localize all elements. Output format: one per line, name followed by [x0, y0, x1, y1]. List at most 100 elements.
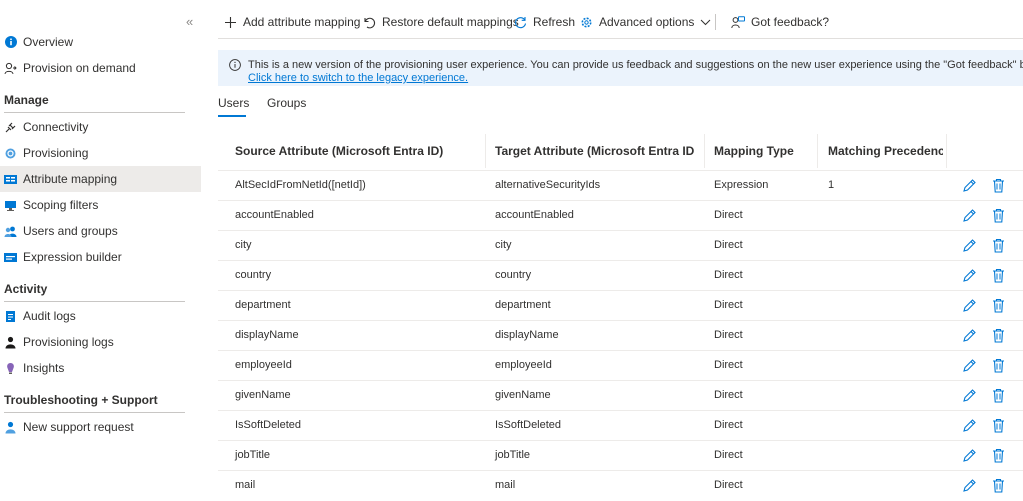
sidebar-item-connectivity[interactable]: Connectivity [0, 114, 201, 140]
delete-icon[interactable] [992, 448, 1007, 463]
tab-groups[interactable]: Groups [267, 96, 306, 110]
column-header-mapping-type[interactable]: Mapping Type [714, 144, 810, 158]
delete-icon[interactable] [992, 328, 1007, 343]
advanced-options-button[interactable]: Advanced options [580, 12, 711, 32]
person-sync-icon [4, 62, 17, 75]
edit-icon[interactable] [962, 238, 977, 253]
info-banner: This is a new version of the provisionin… [218, 50, 1023, 86]
sidebar-item-overview[interactable]: Overview [0, 29, 201, 55]
switch-to-legacy-link[interactable]: Click here to switch to the legacy exper… [248, 72, 468, 84]
refresh-label: Refresh [533, 15, 576, 29]
sidebar-item-insights[interactable]: Insights [0, 355, 201, 381]
delete-icon[interactable] [992, 418, 1007, 433]
plus-icon [225, 16, 236, 28]
sidebar-item-expression-builder[interactable]: Expression builder [0, 244, 201, 270]
mapping-type-cell: Direct [714, 329, 743, 341]
target-attribute-cell: alternativeSecurityIds [495, 179, 601, 191]
sidebar-item-label: Attribute mapping [23, 172, 118, 186]
edit-icon[interactable] [962, 358, 977, 373]
sidebar-item-label: Expression builder [23, 250, 122, 264]
plug-icon [4, 121, 17, 134]
section-troubleshooting: Troubleshooting + Support [4, 392, 185, 413]
section-manage: Manage [4, 92, 185, 113]
tab-users[interactable]: Users [218, 96, 249, 110]
column-header-source[interactable]: Source Attribute (Microsoft Entra ID) [235, 144, 475, 158]
edit-icon[interactable] [962, 268, 977, 283]
target-attribute-cell: department [495, 299, 551, 311]
edit-icon[interactable] [962, 388, 977, 403]
target-attribute-cell: country [495, 269, 532, 281]
sidebar-item-label: Provision on demand [23, 61, 136, 75]
table-row[interactable]: givenName givenName Direct [218, 380, 1023, 411]
add-attribute-mapping-button[interactable]: Add attribute mapping [224, 12, 360, 32]
got-feedback-label: Got feedback? [751, 15, 830, 29]
feedback-icon [731, 15, 745, 28]
source-attribute-cell: accountEnabled [235, 209, 314, 221]
source-attribute-cell: displayName [235, 329, 299, 341]
toolbar-separator [715, 14, 716, 30]
delete-icon[interactable] [992, 298, 1007, 313]
expression-icon [4, 251, 17, 264]
sidebar-item-label: Scoping filters [23, 198, 99, 212]
sidebar-item-attribute-mapping[interactable]: Attribute mapping [0, 166, 201, 192]
sidebar-item-provision-on-demand[interactable]: Provision on demand [0, 55, 201, 81]
matching-precedence-cell: 1 [828, 179, 835, 191]
column-header-target[interactable]: Target Attribute (Microsoft Entra ID (ta… [495, 144, 695, 158]
table-row[interactable]: accountEnabled accountEnabled Direct [218, 200, 1023, 231]
sidebar-item-provisioning[interactable]: Provisioning [0, 140, 201, 166]
gear-icon [581, 17, 592, 27]
sidebar-item-label: Provisioning logs [23, 335, 114, 349]
source-attribute-cell: IsSoftDeleted [235, 419, 302, 431]
source-attribute-cell: city [235, 239, 252, 251]
edit-icon[interactable] [962, 298, 977, 313]
table-row[interactable]: mail mail Direct [218, 470, 1023, 501]
mapping-type-cell: Direct [714, 239, 743, 251]
table-row[interactable]: jobTitle jobTitle Direct [218, 440, 1023, 471]
support-person-icon [4, 421, 17, 434]
sidebar-item-provisioning-logs[interactable]: Provisioning logs [0, 329, 201, 355]
delete-icon[interactable] [992, 208, 1007, 223]
sidebar-item-label: Insights [23, 361, 65, 375]
sidebar-item-new-support-request[interactable]: New support request [0, 414, 201, 440]
edit-icon[interactable] [962, 418, 977, 433]
column-header-matching-precedence[interactable]: Matching Precedence [828, 144, 943, 158]
edit-icon[interactable] [962, 448, 977, 463]
restore-default-mappings-button[interactable]: Restore default mappings [363, 12, 519, 32]
info-outline-icon [229, 59, 241, 71]
restore-default-mappings-label: Restore default mappings [382, 15, 519, 29]
section-activity: Activity [4, 281, 185, 302]
sidebar-item-label: New support request [23, 420, 134, 434]
delete-icon[interactable] [992, 178, 1007, 193]
column-divider [704, 134, 705, 168]
table-row[interactable]: country country Direct [218, 260, 1023, 291]
got-feedback-button[interactable]: Got feedback? [731, 12, 829, 32]
sidebar-item-label: Provisioning [23, 146, 89, 160]
delete-icon[interactable] [992, 268, 1007, 283]
table-row[interactable]: AltSecIdFromNetId([netId]) alternativeSec… [218, 170, 1023, 201]
mapping-type-cell: Direct [714, 419, 743, 431]
target-attribute-cell: displayName [495, 329, 559, 341]
table-row[interactable]: department department Direct [218, 290, 1023, 321]
sidebar-item-users-and-groups[interactable]: Users and groups [0, 218, 201, 244]
refresh-button[interactable]: Refresh [514, 12, 575, 32]
edit-icon[interactable] [962, 208, 977, 223]
table-row[interactable]: employeeId employeeId Direct [218, 350, 1023, 381]
edit-icon[interactable] [962, 178, 977, 193]
edit-icon[interactable] [962, 328, 977, 343]
collapse-sidebar-icon[interactable]: « [186, 14, 193, 29]
delete-icon[interactable] [992, 358, 1007, 373]
command-bar: Add attribute mapping Restore default ma… [218, 0, 1023, 39]
source-attribute-cell: mail [235, 479, 256, 491]
table-row[interactable]: IsSoftDeleted IsSoftDeleted Direct [218, 410, 1023, 441]
table-row[interactable]: city city Direct [218, 230, 1023, 261]
table-row[interactable]: displayName displayName Direct [218, 320, 1023, 351]
delete-icon[interactable] [992, 388, 1007, 403]
sidebar-item-scoping-filters[interactable]: Scoping filters [0, 192, 201, 218]
refresh-icon [515, 16, 527, 28]
mapping-type-cell: Direct [714, 389, 743, 401]
sidebar: « Overview Provision on demand Manage Co… [0, 0, 201, 491]
source-attribute-cell: employeeId [235, 359, 292, 371]
sidebar-item-audit-logs[interactable]: Audit logs [0, 303, 201, 329]
source-attribute-cell: department [235, 299, 291, 311]
delete-icon[interactable] [992, 238, 1007, 253]
